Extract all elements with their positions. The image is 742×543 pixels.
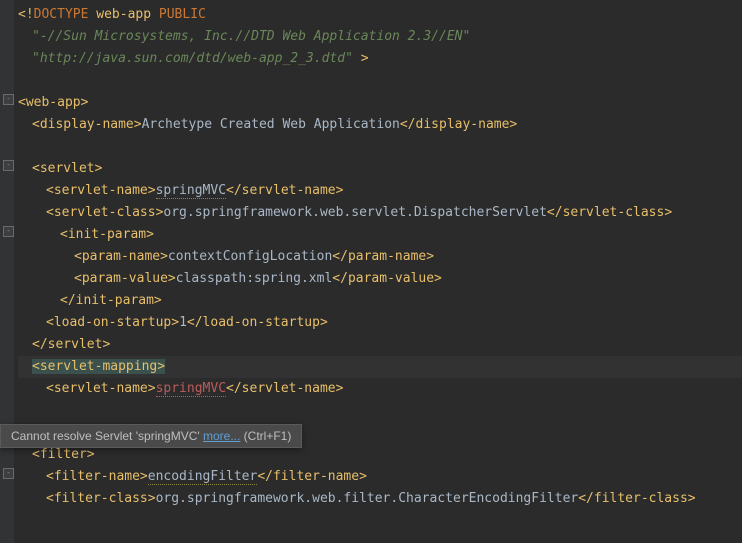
- code-line[interactable]: <servlet-mapping>: [18, 356, 742, 378]
- code-line[interactable]: </servlet>: [18, 334, 742, 356]
- code-line[interactable]: <servlet-class>org.springframework.web.s…: [18, 202, 742, 224]
- fold-icon[interactable]: -: [3, 226, 14, 237]
- code-line[interactable]: <web-app>: [18, 92, 742, 114]
- tooltip-shortcut: (Ctrl+F1): [240, 429, 291, 443]
- code-line[interactable]: <param-value>classpath:spring.xml</param…: [18, 268, 742, 290]
- code-line[interactable]: <filter-class>org.springframework.web.fi…: [18, 488, 742, 510]
- fold-icon[interactable]: -: [3, 160, 14, 171]
- code-line[interactable]: <servlet-name>springMVC</servlet-name>: [18, 180, 742, 202]
- code-line[interactable]: "http://java.sun.com/dtd/web-app_2_3.dtd…: [18, 48, 742, 70]
- tooltip-more-link[interactable]: more...: [203, 429, 240, 443]
- code-line[interactable]: <display-name>Archetype Created Web Appl…: [18, 114, 742, 136]
- code-line[interactable]: <servlet-name>springMVC</servlet-name>: [18, 378, 742, 400]
- code-line[interactable]: [18, 70, 742, 92]
- fold-icon[interactable]: -: [3, 94, 14, 105]
- code-line[interactable]: "-//Sun Microsystems, Inc.//DTD Web Appl…: [18, 26, 742, 48]
- code-line[interactable]: </init-param>: [18, 290, 742, 312]
- code-line[interactable]: [18, 136, 742, 158]
- code-line[interactable]: [18, 400, 742, 422]
- code-line[interactable]: <load-on-startup>1</load-on-startup>: [18, 312, 742, 334]
- code-line[interactable]: <servlet>: [18, 158, 742, 180]
- code-line[interactable]: <filter-name>encodingFilter</filter-name…: [18, 466, 742, 488]
- fold-icon[interactable]: -: [3, 468, 14, 479]
- code-line[interactable]: <init-param>: [18, 224, 742, 246]
- code-line[interactable]: <!DOCTYPE web-app PUBLIC: [18, 4, 742, 26]
- editor-gutter: - - - -: [0, 0, 14, 543]
- code-line[interactable]: <param-name>contextConfigLocation</param…: [18, 246, 742, 268]
- error-tooltip: Cannot resolve Servlet 'springMVC' more.…: [0, 424, 302, 448]
- tooltip-message: Cannot resolve Servlet 'springMVC': [11, 429, 203, 443]
